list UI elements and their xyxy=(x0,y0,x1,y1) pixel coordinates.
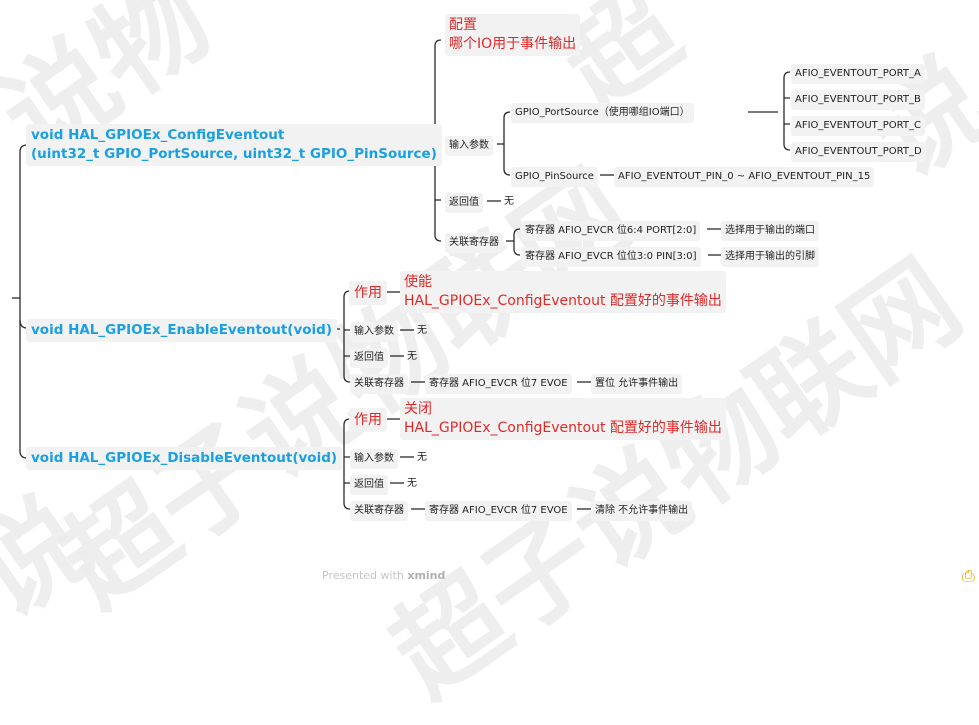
disable-role-line1: 关闭 xyxy=(404,401,432,417)
disable-register-node[interactable]: 关联寄存器 xyxy=(350,501,408,521)
disable-return-value: 无 xyxy=(407,478,417,489)
disable-eventout-node[interactable]: void HAL_GPIOEx_DisableEventout(void) xyxy=(26,447,343,470)
enable-return-node[interactable]: 返回值 xyxy=(350,348,388,368)
pin-source-node[interactable]: GPIO_PinSource xyxy=(511,167,598,187)
config-eventout-title: void HAL_GPIOEx_ConfigEventout xyxy=(31,127,285,143)
enable-input-node[interactable]: 输入参数 xyxy=(350,322,398,342)
enable-role-node[interactable]: 作用 xyxy=(349,281,387,305)
disable-role-line2: HAL_GPIOEx_ConfigEventout 配置好的事件输出 xyxy=(404,420,722,436)
port-source-node[interactable]: GPIO_PortSource（使用哪组IO端口） xyxy=(511,103,694,123)
disable-role-node[interactable]: 作用 xyxy=(349,408,387,432)
enable-register-desc-node[interactable]: 置位 允许事件输出 xyxy=(591,374,683,394)
enable-register-node[interactable]: 关联寄存器 xyxy=(350,374,408,394)
disable-register-bit-node[interactable]: 寄存器 AFIO_EVCR 位7 EVOE xyxy=(425,501,572,521)
enable-eventout-node[interactable]: void HAL_GPIOEx_EnableEventout(void) xyxy=(26,319,337,342)
presented-with-footer: Presented with xmind xyxy=(322,569,445,582)
config-purpose-node[interactable]: 配置 哪个IO用于事件输出 xyxy=(445,14,581,56)
pin-range-node[interactable]: AFIO_EVENTOUT_PIN_0 ~ AFIO_EVENTOUT_PIN_… xyxy=(614,167,875,187)
port-c-node[interactable]: AFIO_EVENTOUT_PORT_C xyxy=(791,116,925,136)
enable-return-value: 无 xyxy=(407,351,417,362)
xmind-brand: xmind xyxy=(407,569,446,582)
enable-register-bit-node[interactable]: 寄存器 AFIO_EVCR 位7 EVOE xyxy=(425,374,572,394)
config-purpose-line1: 配置 xyxy=(449,17,477,33)
config-return-value: 无 xyxy=(504,196,514,207)
presented-with-text: Presented with xyxy=(322,569,404,582)
config-register-1-node[interactable]: 寄存器 AFIO_EVCR 位6:4 PORT[2:0] xyxy=(521,221,701,241)
config-register-node[interactable]: 关联寄存器 xyxy=(445,233,503,253)
disable-role-desc-node[interactable]: 关闭 HAL_GPIOEx_ConfigEventout 配置好的事件输出 xyxy=(400,398,726,440)
enable-role-line1: 使能 xyxy=(404,274,432,290)
config-eventout-node[interactable]: void HAL_GPIOEx_ConfigEventout (uint32_t… xyxy=(26,124,442,166)
port-b-node[interactable]: AFIO_EVENTOUT_PORT_B xyxy=(791,90,925,110)
config-register-2-desc[interactable]: 选择用于输出的引脚 xyxy=(721,247,819,267)
disable-input-value: 无 xyxy=(417,452,427,463)
config-register-1-desc[interactable]: 选择用于输出的端口 xyxy=(721,221,819,241)
disable-input-node[interactable]: 输入参数 xyxy=(350,449,398,469)
config-purpose-line2: 哪个IO用于事件输出 xyxy=(449,36,577,52)
corner-badge-icon[interactable]: ⎙ xyxy=(962,566,975,586)
disable-return-node[interactable]: 返回值 xyxy=(350,475,388,495)
disable-register-desc-node[interactable]: 清除 不允许事件输出 xyxy=(591,501,693,521)
enable-input-value: 无 xyxy=(417,325,427,336)
enable-role-desc-node[interactable]: 使能 HAL_GPIOEx_ConfigEventout 配置好的事件输出 xyxy=(400,271,726,313)
config-return-node[interactable]: 返回值 xyxy=(445,193,483,213)
port-d-node[interactable]: AFIO_EVENTOUT_PORT_D xyxy=(791,142,926,162)
config-input-params-node[interactable]: 输入参数 xyxy=(445,136,493,156)
port-a-node[interactable]: AFIO_EVENTOUT_PORT_A xyxy=(791,64,925,84)
config-register-2-node[interactable]: 寄存器 AFIO_EVCR 位位3:0 PIN[3:0] xyxy=(521,247,701,267)
enable-role-line2: HAL_GPIOEx_ConfigEventout 配置好的事件输出 xyxy=(404,293,722,309)
config-eventout-params: (uint32_t GPIO_PortSource, uint32_t GPIO… xyxy=(31,146,437,162)
